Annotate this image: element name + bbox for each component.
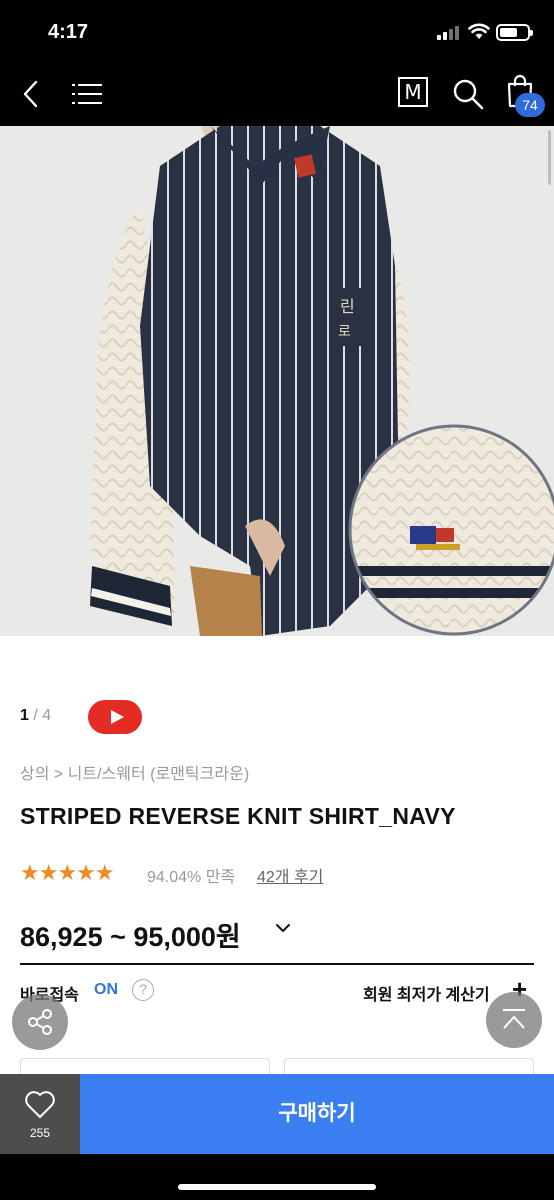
member-price-calculator-link[interactable]: 회원 최저가 계산기	[363, 981, 490, 1005]
musinsa-m-label: M	[404, 80, 422, 104]
like-count: 255	[29, 1126, 51, 1140]
rating-stars-icon: ★★★★★	[20, 860, 115, 885]
battery-icon	[496, 24, 533, 41]
help-icon[interactable]: ?	[132, 979, 154, 1001]
arrow-up-icon	[503, 1009, 525, 1029]
menu-list-icon[interactable]	[72, 82, 102, 106]
svg-text:로: 로	[338, 324, 351, 340]
scroll-to-top-button[interactable]	[486, 992, 542, 1048]
heart-icon	[25, 1091, 55, 1118]
status-bar: 4:17	[0, 0, 554, 62]
top-nav-bar: M	[0, 62, 554, 126]
back-arrow-icon[interactable]	[22, 80, 40, 108]
image-counter-current: 1	[20, 707, 29, 724]
product-photo: 린 로	[0, 126, 554, 636]
musinsa-m-icon[interactable]: M	[398, 77, 428, 107]
share-icon	[28, 1009, 52, 1035]
price-range: 86,925 ~ 95,000원	[20, 922, 241, 952]
svg-text:린: 린	[340, 297, 355, 316]
wifi-icon	[468, 23, 490, 39]
image-counter: 1 / 4	[20, 707, 51, 725]
direct-access-toggle[interactable]: ON	[94, 981, 118, 999]
like-button[interactable]: 255	[0, 1074, 80, 1154]
product-image[interactable]: 린 로	[0, 126, 554, 636]
image-counter-separator: /	[33, 707, 38, 724]
review-count-link[interactable]: 42개 후기	[257, 863, 323, 887]
chevron-down-icon[interactable]	[275, 922, 291, 934]
buy-button[interactable]: 구매하기	[80, 1074, 554, 1154]
page-scrollbar[interactable]	[548, 130, 551, 185]
youtube-play-button[interactable]	[88, 700, 142, 734]
product-title: STRIPED REVERSE KNIT SHIRT_NAVY	[20, 803, 456, 829]
cellular-signal-icon	[437, 26, 461, 40]
satisfaction-rate: 94.04% 만족	[147, 869, 236, 886]
home-indicator[interactable]	[178, 1184, 376, 1190]
home-indicator-area	[0, 1154, 554, 1200]
section-divider	[20, 963, 534, 965]
search-icon[interactable]	[452, 78, 484, 110]
category-breadcrumb[interactable]: 상의 > 니트/스웨터 (로맨틱크라운)	[20, 760, 249, 784]
image-counter-total: 4	[42, 707, 52, 724]
share-button[interactable]	[12, 994, 68, 1050]
status-time: 4:17	[48, 21, 89, 43]
cart-count-badge: 74	[515, 93, 545, 117]
bottom-action-bar: 255 구매하기	[0, 1074, 554, 1154]
